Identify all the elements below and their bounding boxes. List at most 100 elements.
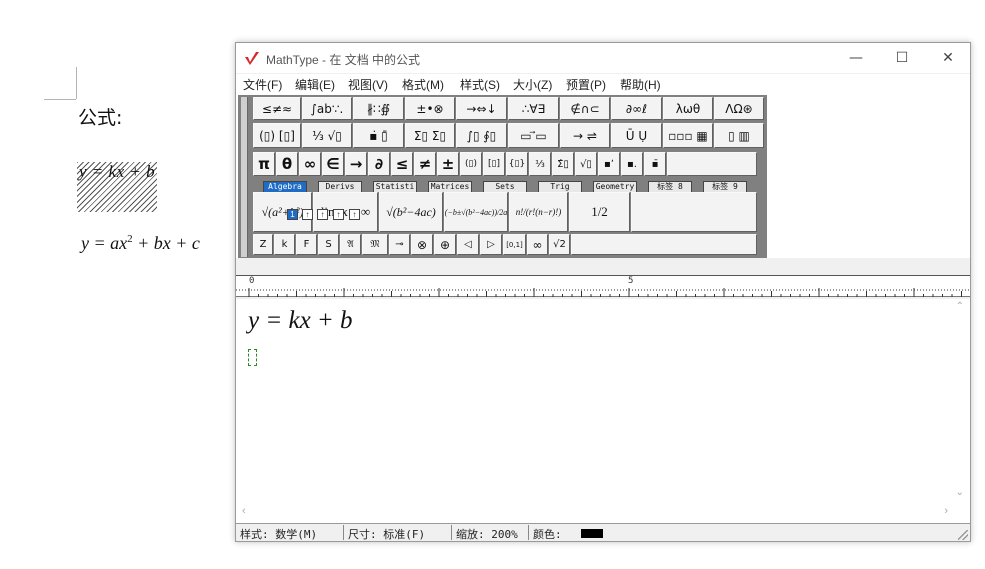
- selected-equation-object[interactable]: y = kx + b: [77, 162, 157, 212]
- palette-boxes[interactable]: ▯ ▥: [714, 123, 764, 148]
- template-discriminant-root[interactable]: √(b²−4ac): [379, 192, 443, 232]
- toolbar-grip-handle[interactable]: [241, 97, 248, 257]
- symbol-f[interactable]: F: [296, 234, 317, 255]
- equation-object-quadratic[interactable]: y = ax2 + bx + c: [81, 233, 200, 254]
- menu-preferences[interactable]: 预置(P): [566, 76, 606, 93]
- palette-embellishments[interactable]: ∦∷∯: [353, 97, 404, 120]
- symbol-infinity-small[interactable]: ∞: [527, 234, 548, 255]
- palette-matrices[interactable]: ▫▫▫ ▦: [663, 123, 713, 148]
- symbol-partial[interactable]: ∂: [368, 152, 390, 176]
- symbol-s[interactable]: S: [318, 234, 339, 255]
- palette-sets[interactable]: ∉∩⊂: [560, 97, 610, 120]
- template-empty-slot[interactable]: [631, 192, 757, 232]
- symbol-right-triangle[interactable]: ▷: [480, 234, 502, 255]
- ruler[interactable]: 0 5: [236, 275, 970, 297]
- palette-relations[interactable]: ≤≠≈: [253, 97, 301, 120]
- tab-label-9[interactable]: 标签 9: [703, 181, 747, 192]
- insertion-slot[interactable]: [248, 349, 257, 366]
- template-superscript[interactable]: ▪ʼ: [598, 152, 620, 176]
- symbol-k[interactable]: k: [274, 234, 295, 255]
- size-button-1[interactable]: 1: [287, 209, 298, 220]
- symbol-theta[interactable]: θ: [276, 152, 298, 176]
- template-one-half[interactable]: 1/2: [569, 192, 630, 232]
- symbol-left-triangle[interactable]: ◁: [457, 234, 479, 255]
- tab-derivs[interactable]: Derivs: [318, 181, 362, 192]
- symbol-multimap[interactable]: ⊸: [389, 234, 410, 255]
- palette-labeled-arrows[interactable]: → ⇌: [560, 123, 610, 148]
- palette-fences[interactable]: (▯) [▯]: [253, 123, 301, 148]
- symbol-circled-times[interactable]: ⊗: [411, 234, 433, 255]
- title-bar[interactable]: MathType - 在 文档 中的公式 — ☐ ✕: [236, 43, 970, 73]
- status-separator: [343, 525, 344, 540]
- palette-summations[interactable]: Σ▯ Σ▯: [405, 123, 455, 148]
- symbol-circled-plus[interactable]: ⊕: [434, 234, 456, 255]
- template-sub-superscript[interactable]: ▪̄: [644, 152, 666, 176]
- template-summation[interactable]: Σ̂▯: [552, 152, 574, 176]
- size-button-2[interactable]: ↑: [302, 209, 313, 220]
- minimize-button[interactable]: —: [843, 48, 869, 68]
- palette-bars[interactable]: ▭ ⃗▭: [508, 123, 559, 148]
- size-button-4[interactable]: ↑: [333, 209, 344, 220]
- palette-subscripts[interactable]: ▪̇ ▯̄: [353, 123, 404, 148]
- menu-size[interactable]: 大小(Z): [513, 76, 552, 93]
- scroll-up-arrow-icon[interactable]: ⌃: [956, 301, 964, 312]
- symbol-element-of[interactable]: ∈: [322, 152, 344, 176]
- tab-statistics[interactable]: Statisti: [373, 181, 417, 192]
- menu-edit[interactable]: 编辑(E): [295, 76, 335, 93]
- template-brackets[interactable]: [▯]: [483, 152, 505, 176]
- palette-fractions-radicals[interactable]: ⅓ √▯: [302, 123, 352, 148]
- editor-equation[interactable]: y = kx + b: [248, 307, 353, 335]
- symbol-fraktur-a[interactable]: 𝔄: [340, 234, 361, 255]
- scroll-down-arrow-icon[interactable]: ⌄: [956, 487, 964, 498]
- size-button-5[interactable]: ↑: [349, 209, 360, 220]
- maximize-button[interactable]: ☐: [889, 48, 915, 68]
- palette-greek-lower[interactable]: λωθ: [663, 97, 713, 120]
- equation-editor[interactable]: y = kx + b ⌃ ⌄ ‹ ›: [236, 299, 970, 523]
- small-bar-empty-slot[interactable]: [667, 152, 757, 176]
- symbol-infinity[interactable]: ∞: [299, 152, 321, 176]
- menu-help[interactable]: 帮助(H): [620, 76, 661, 93]
- tab-label-8[interactable]: 标签 8: [648, 181, 692, 192]
- tab-geometry[interactable]: Geometry: [593, 181, 637, 192]
- symbol-pi[interactable]: π: [253, 152, 275, 176]
- resize-grip-icon[interactable]: [958, 530, 968, 540]
- scroll-left-arrow-icon[interactable]: ‹: [242, 505, 246, 517]
- template-square-root[interactable]: √▯: [575, 152, 597, 176]
- template-combination[interactable]: n!/(r!(n−r)!): [509, 192, 568, 232]
- status-style: 样式: 数学(M): [240, 528, 318, 541]
- tab-matrices[interactable]: Matrices: [428, 181, 472, 192]
- scroll-right-arrow-icon[interactable]: ›: [944, 505, 948, 517]
- palette-logic[interactable]: ∴∀∃: [508, 97, 559, 120]
- palette-spaces[interactable]: ∫ab∵.: [302, 97, 352, 120]
- template-fraction[interactable]: ⅓: [529, 152, 551, 176]
- palette-integrals[interactable]: ∫▯ ∮▯: [456, 123, 507, 148]
- template-subscript[interactable]: ▪.: [621, 152, 643, 176]
- symbol-fraktur-m[interactable]: 𝔐: [362, 234, 388, 255]
- palette-misc[interactable]: ∂∞ℓ: [611, 97, 662, 120]
- menu-file[interactable]: 文件(F): [243, 76, 282, 93]
- symbol-integers[interactable]: Z: [253, 234, 273, 255]
- tab-trig[interactable]: Trig: [538, 181, 582, 192]
- template-braces[interactable]: {▯}: [506, 152, 528, 176]
- small-row-empty-slot[interactable]: [571, 234, 757, 255]
- menu-view[interactable]: 视图(V): [348, 76, 388, 93]
- symbol-plus-minus[interactable]: ±: [437, 152, 459, 176]
- symbol-less-equal[interactable]: ≤: [391, 152, 413, 176]
- tab-sets[interactable]: Sets: [483, 181, 527, 192]
- menu-format[interactable]: 格式(M): [402, 76, 444, 93]
- template-parentheses[interactable]: (▯): [460, 152, 482, 176]
- status-bar: 样式: 数学(M) 尺寸: 标准(F) 缩放: 200% 颜色:: [236, 523, 970, 541]
- palette-greek-upper[interactable]: ΛΩ⊛: [714, 97, 764, 120]
- symbol-interval[interactable]: [0,1]: [503, 234, 526, 255]
- symbol-root-two[interactable]: √2: [549, 234, 570, 255]
- menu-style[interactable]: 样式(S): [460, 76, 500, 93]
- palette-operators[interactable]: ±•⊗: [405, 97, 455, 120]
- template-quadratic-formula[interactable]: (−b±√(b²−4ac))/2a: [444, 192, 508, 232]
- palette-products[interactable]: Ū Ụ: [611, 123, 662, 148]
- palette-arrows[interactable]: →⇔↓: [456, 97, 507, 120]
- symbol-not-equal[interactable]: ≠: [414, 152, 436, 176]
- symbol-right-arrow[interactable]: →: [345, 152, 367, 176]
- tab-algebra[interactable]: Algebra: [263, 181, 307, 192]
- size-button-3[interactable]: ↑: [317, 209, 328, 220]
- close-button[interactable]: ✕: [935, 48, 961, 68]
